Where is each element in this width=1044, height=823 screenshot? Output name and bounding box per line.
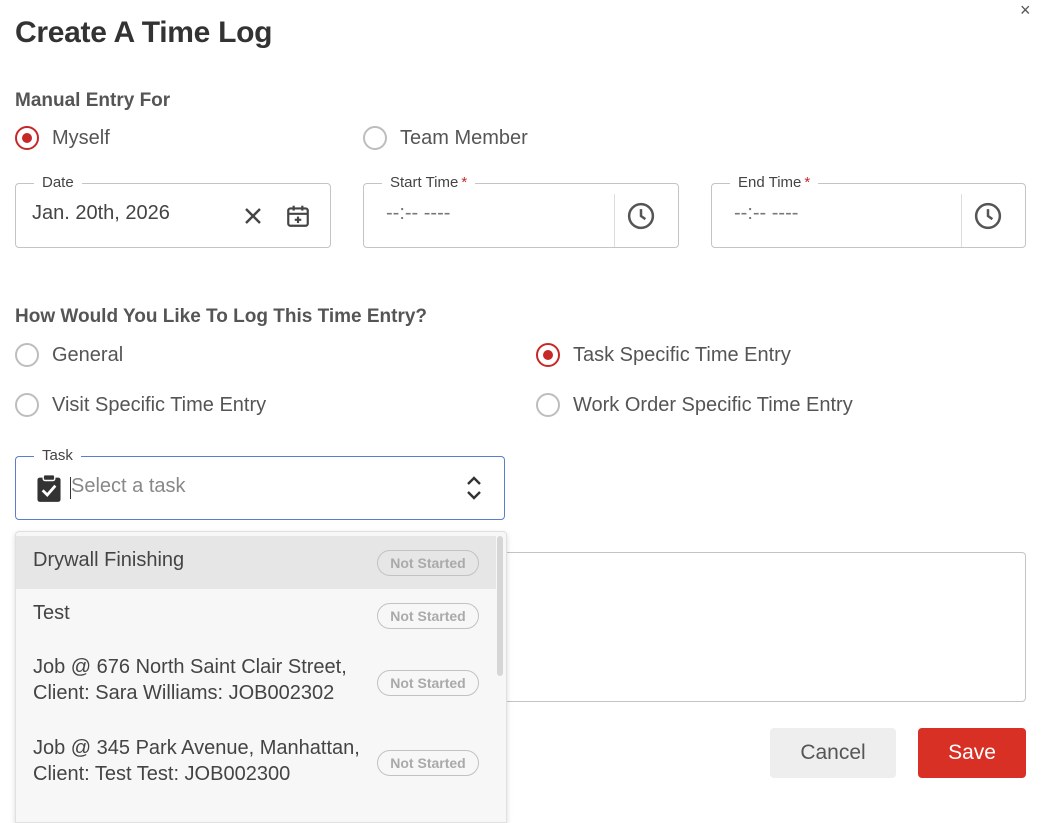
status-badge: Not Started bbox=[377, 670, 479, 696]
radio-team-member[interactable]: Team Member bbox=[363, 126, 528, 150]
list-item[interactable]: Test Not Started bbox=[16, 589, 496, 642]
clock-icon[interactable] bbox=[973, 201, 1003, 231]
radio-circle bbox=[15, 393, 39, 417]
start-time-placeholder: --:-- ---- bbox=[386, 202, 451, 224]
task-select[interactable]: Task Select a task bbox=[15, 447, 505, 520]
list-item[interactable]: Job @ 676 North Saint Clair Street, Clie… bbox=[16, 642, 496, 722]
manual-entry-label: Manual Entry For bbox=[15, 90, 171, 111]
radio-circle bbox=[363, 126, 387, 150]
date-value: Jan. 20th, 2026 bbox=[32, 202, 170, 224]
radio-circle bbox=[15, 126, 39, 150]
start-time-field[interactable]: Start Time * --:-- ---- bbox=[363, 174, 679, 248]
task-option-name: Job @ 345 Park Avenue, Manhattan, bbox=[33, 737, 360, 759]
radio-myself[interactable]: Myself bbox=[15, 126, 110, 150]
dialog-title: Create A Time Log bbox=[15, 16, 273, 49]
status-badge: Not Started bbox=[377, 603, 479, 629]
list-item[interactable]: Drywall Finishing Not Started bbox=[16, 536, 496, 589]
field-divider bbox=[961, 194, 962, 247]
date-field[interactable]: Date Jan. 20th, 2026 bbox=[15, 174, 331, 248]
radio-general[interactable]: General bbox=[15, 343, 123, 367]
list-item[interactable]: Job @ 345 Park Avenue, Manhattan, Client… bbox=[16, 722, 496, 802]
end-time-placeholder: --:-- ---- bbox=[734, 202, 799, 224]
end-time-field[interactable]: End Time * --:-- ---- bbox=[711, 174, 1026, 248]
notes-textarea[interactable] bbox=[480, 552, 1026, 702]
status-badge: Not Started bbox=[377, 550, 479, 576]
date-label: Date bbox=[34, 174, 82, 191]
chevron-up-down-icon[interactable] bbox=[459, 473, 489, 503]
radio-label: Visit Specific Time Entry bbox=[52, 393, 267, 416]
clock-icon[interactable] bbox=[626, 201, 656, 231]
radio-circle bbox=[15, 343, 39, 367]
task-option-name: Test bbox=[33, 602, 70, 624]
field-divider bbox=[614, 194, 615, 247]
radio-label: Myself bbox=[52, 126, 110, 149]
radio-label: Task Specific Time Entry bbox=[573, 343, 791, 366]
task-label: Task bbox=[34, 447, 81, 464]
save-button[interactable]: Save bbox=[918, 728, 1026, 778]
radio-circle bbox=[536, 393, 560, 417]
dropdown-scrollbar[interactable] bbox=[497, 536, 503, 676]
close-icon[interactable]: × bbox=[1020, 0, 1031, 21]
radio-circle bbox=[536, 343, 560, 367]
radio-task-specific[interactable]: Task Specific Time Entry bbox=[536, 343, 791, 367]
log-type-label: How Would You Like To Log This Time Entr… bbox=[15, 306, 428, 327]
task-dropdown: Drywall Finishing Not Started Test Not S… bbox=[15, 531, 507, 823]
task-option-detail: Client: Sara Williams: JOB002302 bbox=[33, 682, 335, 704]
clear-icon[interactable] bbox=[238, 201, 268, 231]
cancel-button[interactable]: Cancel bbox=[770, 728, 896, 778]
task-option-detail: Client: Test Test: JOB002300 bbox=[33, 763, 291, 785]
start-time-label: Start Time * bbox=[382, 174, 476, 191]
radio-label: Team Member bbox=[400, 126, 528, 149]
radio-visit-specific[interactable]: Visit Specific Time Entry bbox=[15, 393, 266, 417]
radio-label: Work Order Specific Time Entry bbox=[573, 393, 853, 416]
end-time-label: End Time * bbox=[730, 174, 819, 191]
radio-label: General bbox=[52, 343, 124, 366]
task-option-name: Job @ 676 North Saint Clair Street, bbox=[33, 656, 347, 678]
task-placeholder[interactable]: Select a task bbox=[71, 475, 186, 498]
calendar-icon[interactable] bbox=[283, 201, 313, 231]
status-badge: Not Started bbox=[377, 750, 479, 776]
clipboard-check-icon bbox=[34, 473, 64, 503]
radio-work-order-specific[interactable]: Work Order Specific Time Entry bbox=[536, 393, 853, 417]
task-option-name: Drywall Finishing bbox=[33, 549, 185, 571]
